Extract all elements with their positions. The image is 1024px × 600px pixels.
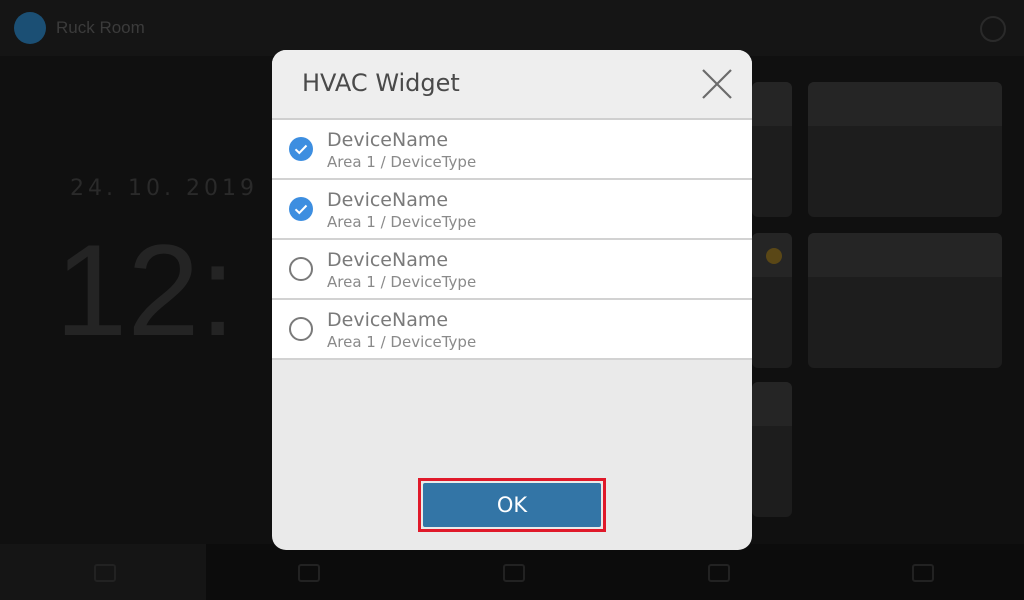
device-subtitle: Area 1 / DeviceType: [327, 333, 477, 351]
device-row[interactable]: DeviceName Area 1 / DeviceType: [272, 180, 752, 240]
device-name: DeviceName: [327, 129, 449, 151]
device-subtitle: Area 1 / DeviceType: [327, 273, 477, 291]
device-name: DeviceName: [327, 189, 449, 211]
unchecked-circle-icon[interactable]: [289, 317, 313, 341]
close-button[interactable]: [700, 67, 734, 101]
widget-card: [752, 82, 792, 217]
hvac-widget-dialog: HVAC Widget DeviceName Area 1 / DeviceTy…: [272, 50, 752, 550]
device-list: DeviceName Area 1 / DeviceType DeviceNam…: [272, 120, 752, 360]
home-icon: [94, 564, 116, 582]
ok-button[interactable]: OK: [423, 483, 601, 527]
settings-icon: [980, 16, 1006, 42]
checked-icon[interactable]: [289, 137, 313, 161]
close-icon: [702, 69, 732, 99]
widget-card: [808, 82, 1002, 217]
unchecked-circle-icon[interactable]: [289, 257, 313, 281]
app-top-bar: Ruck Room: [0, 0, 1024, 56]
device-subtitle: Area 1 / DeviceType: [327, 213, 477, 231]
app-title: Ruck Room: [56, 18, 145, 37]
dialog-header: HVAC Widget: [272, 50, 752, 120]
nav-icon: [503, 564, 525, 582]
nav-icon: [912, 564, 934, 582]
device-row[interactable]: DeviceName Area 1 / DeviceType: [272, 300, 752, 360]
app-logo: [14, 12, 46, 44]
device-name: DeviceName: [327, 309, 449, 331]
device-row[interactable]: DeviceName Area 1 / DeviceType: [272, 240, 752, 300]
dialog-title: HVAC Widget: [302, 69, 460, 97]
device-subtitle: Area 1 / DeviceType: [327, 153, 477, 171]
clock-time: 12:: [55, 217, 236, 363]
widget-card: [808, 233, 1002, 368]
weather-icon: [766, 248, 782, 264]
nav-icon: [708, 564, 730, 582]
device-name: DeviceName: [327, 249, 449, 271]
checked-icon[interactable]: [289, 197, 313, 221]
device-row[interactable]: DeviceName Area 1 / DeviceType: [272, 120, 752, 180]
widget-card: [752, 382, 792, 517]
bottom-navigation: [0, 544, 1024, 600]
nav-icon: [298, 564, 320, 582]
clock-date: 24. 10. 2019: [70, 176, 258, 201]
widget-card: [752, 233, 792, 368]
